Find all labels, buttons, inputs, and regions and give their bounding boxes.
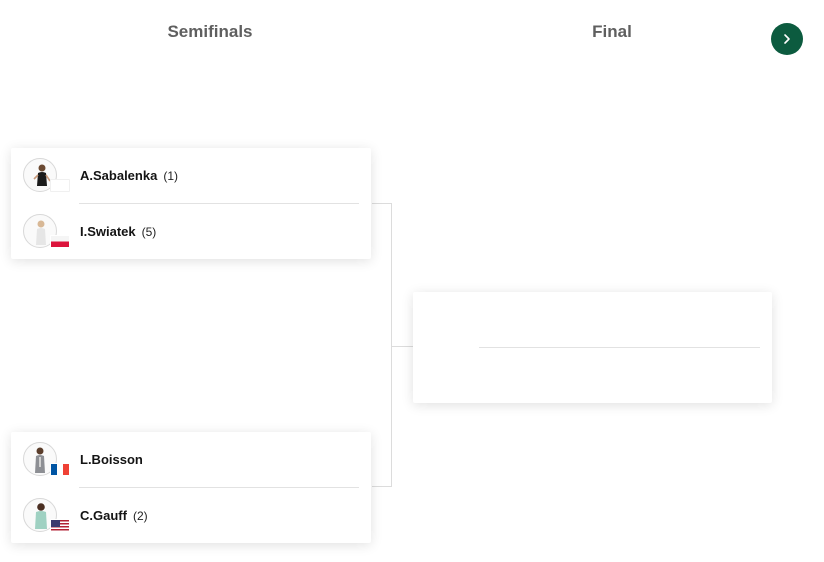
player-seed: (1) (163, 168, 178, 183)
player-avatar (23, 213, 70, 250)
next-round-button[interactable] (771, 23, 803, 55)
round-title-final: Final (592, 22, 632, 41)
flag-icon (50, 178, 70, 192)
bracket-connector (372, 203, 392, 487)
match-card-semifinal-2[interactable]: L.Boisson C.Gauff (2) (11, 432, 371, 543)
player-seed: (2) (132, 508, 148, 523)
france-flag-icon (50, 462, 70, 476)
player-row[interactable]: L.Boisson (11, 432, 371, 487)
player-row-empty[interactable] (413, 348, 772, 403)
player-row[interactable]: C.Gauff (2) (11, 488, 371, 543)
player-name: C.Gauff (80, 508, 127, 523)
match-card-final[interactable] (413, 292, 772, 403)
player-seed: (5) (141, 224, 157, 239)
poland-flag-icon (50, 234, 70, 248)
player-avatar (23, 441, 70, 478)
player-avatar (23, 497, 70, 534)
match-card-semifinal-1[interactable]: A.Sabalenka (1) I.Swiatek (5) (11, 148, 371, 259)
player-row[interactable]: I.Swiatek (5) (11, 204, 371, 259)
player-name: L.Boisson (80, 452, 143, 467)
player-row[interactable]: A.Sabalenka (1) (11, 148, 371, 203)
player-name: A.Sabalenka (80, 168, 158, 183)
player-row-empty[interactable] (413, 292, 772, 347)
player-avatar (23, 157, 70, 194)
round-title-semifinals: Semifinals (167, 22, 253, 41)
usa-flag-icon (50, 518, 70, 532)
player-name: I.Swiatek (80, 224, 136, 239)
bracket-connector-final (392, 346, 413, 347)
chevron-right-icon (784, 34, 790, 44)
